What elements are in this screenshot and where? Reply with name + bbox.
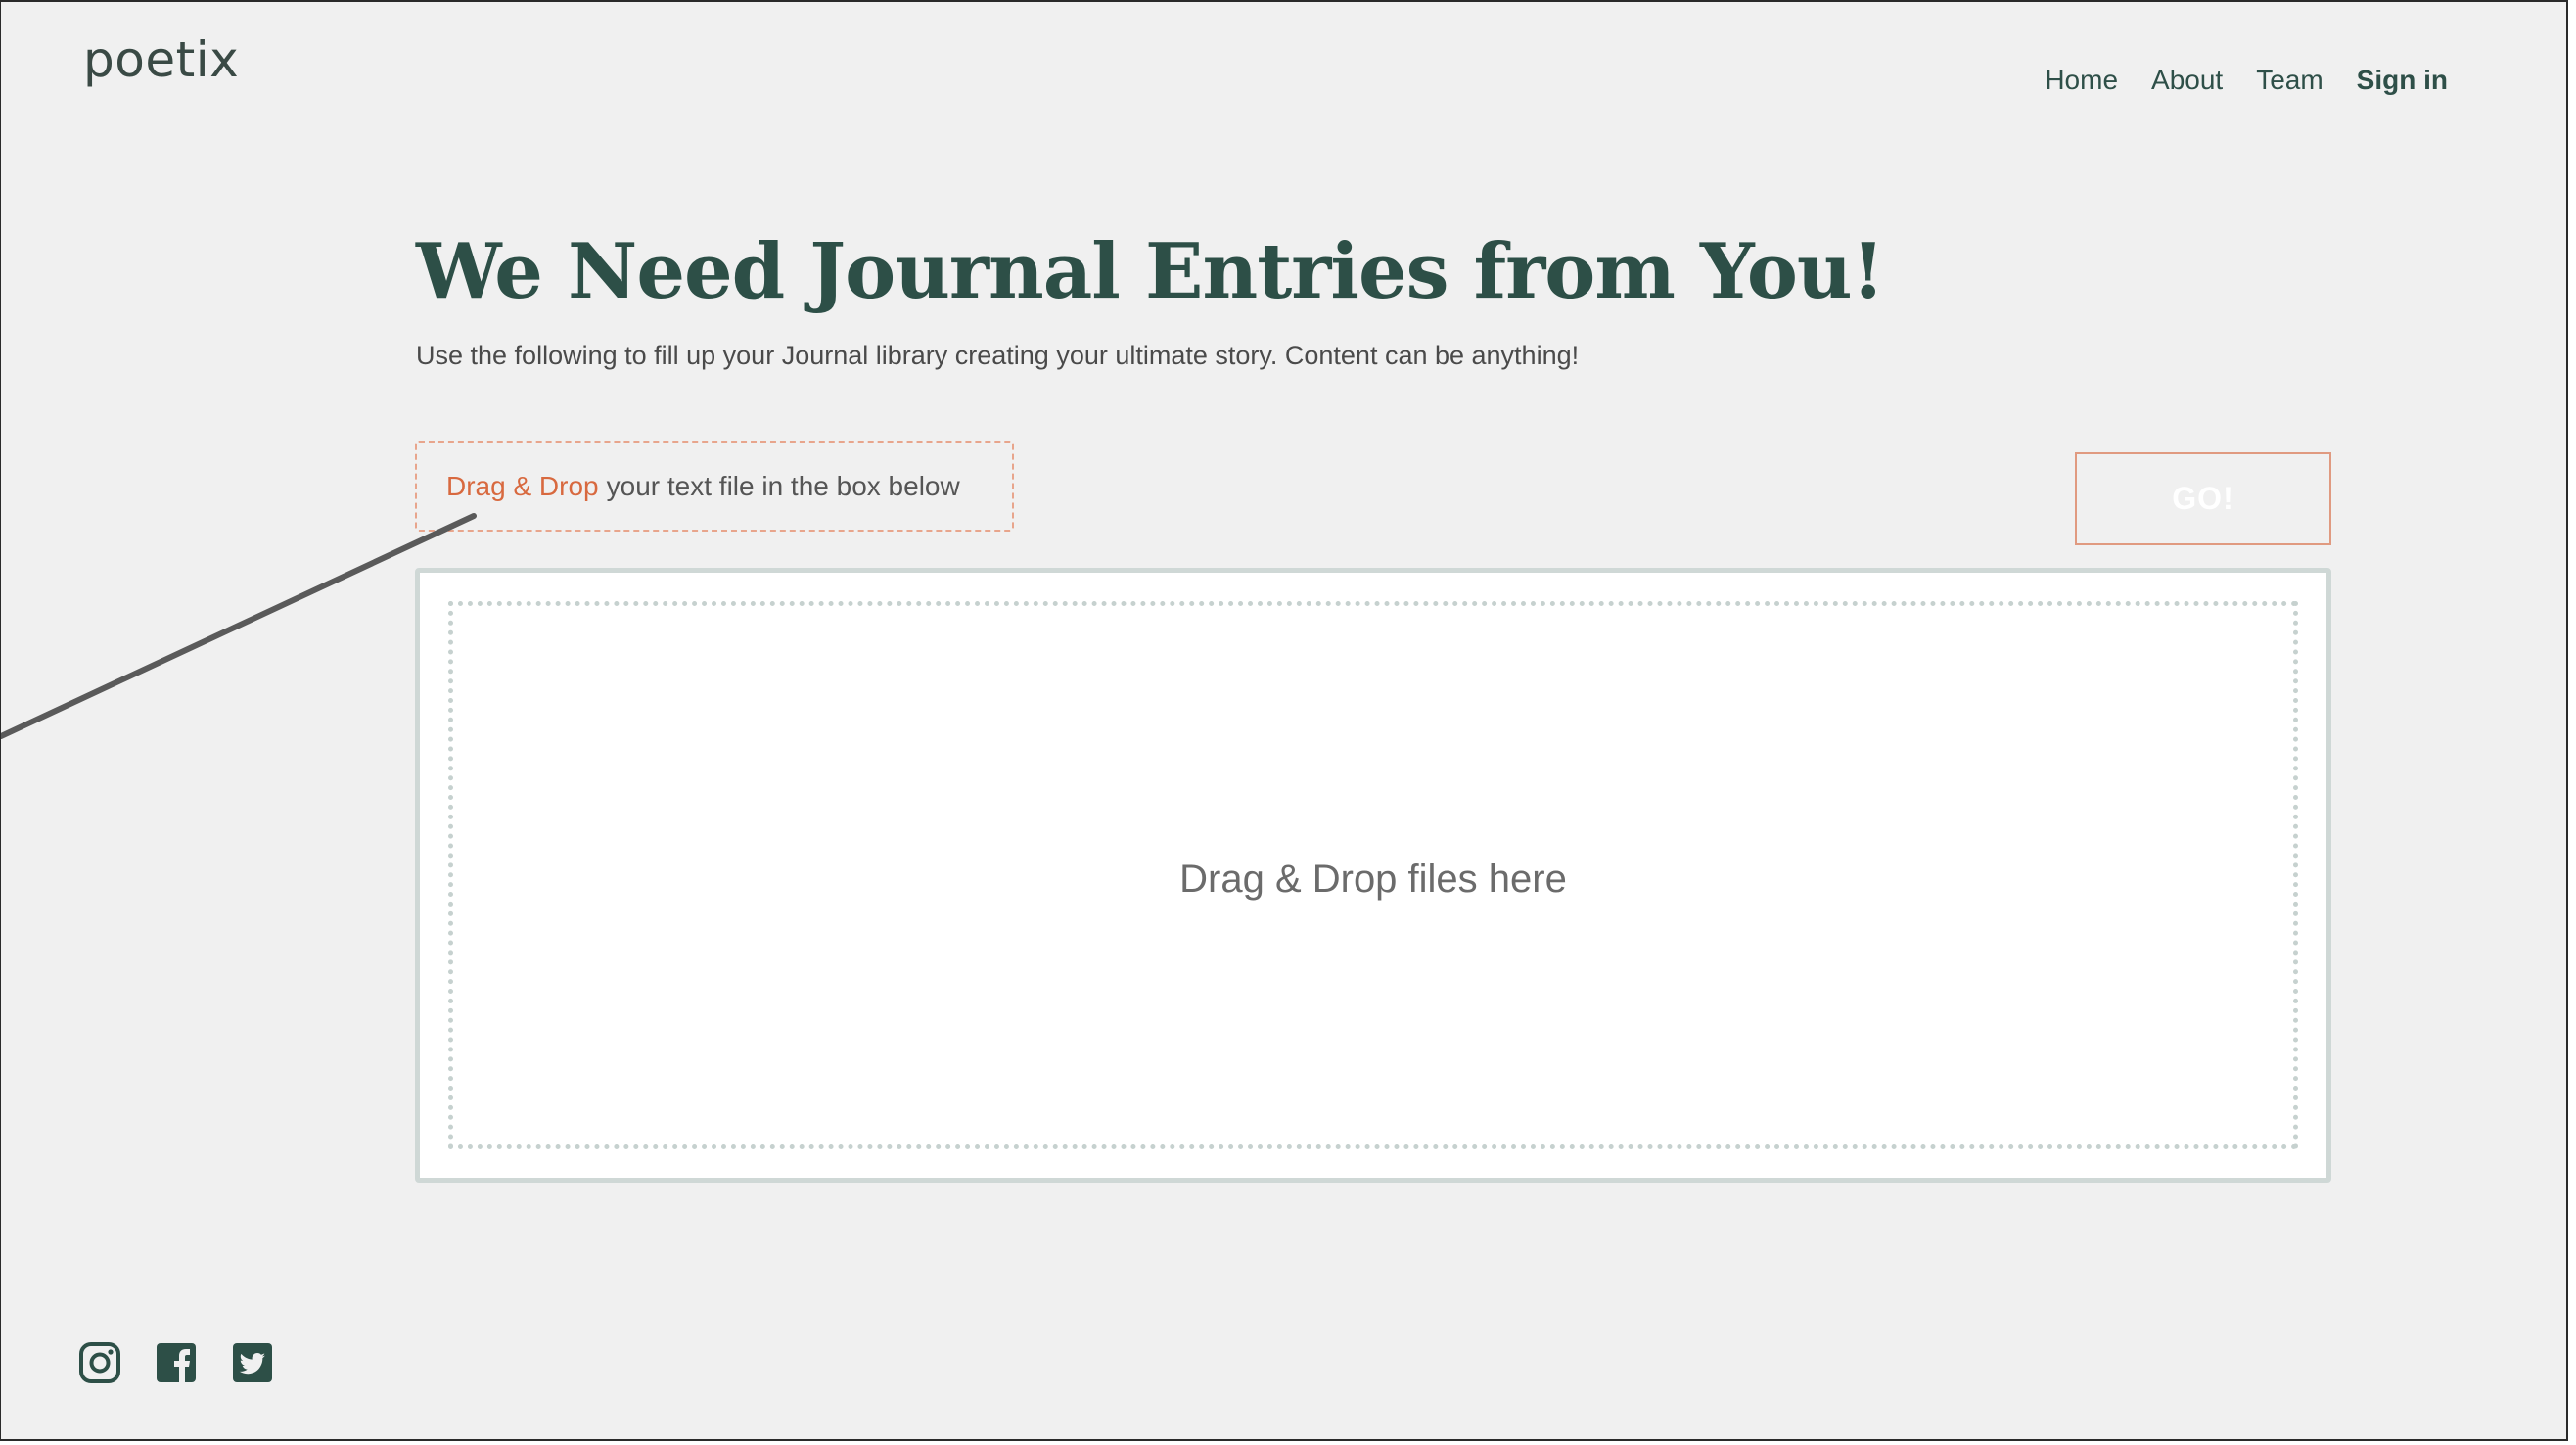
dropzone-label: Drag & Drop files here — [1179, 857, 1567, 901]
drag-drop-hint: Drag & Drop your text file in the box be… — [415, 441, 1014, 532]
main-nav: Home About Team Sign in — [2045, 65, 2448, 96]
hint-accent-text: Drag & Drop — [446, 470, 599, 501]
file-dropzone[interactable]: Drag & Drop files here — [415, 568, 2331, 1183]
facebook-icon[interactable] — [154, 1340, 199, 1385]
page-title: We Need Journal Entries from You! — [416, 227, 1885, 316]
nav-sign-in[interactable]: Sign in — [2357, 65, 2448, 96]
go-button[interactable]: GO! — [2075, 452, 2331, 545]
nav-home[interactable]: Home — [2045, 65, 2118, 96]
instagram-icon[interactable] — [77, 1340, 122, 1385]
nav-about[interactable]: About — [2151, 65, 2223, 96]
logo[interactable]: poetix — [83, 31, 239, 88]
social-links — [77, 1340, 275, 1385]
page-subtitle: Use the following to fill up your Journa… — [416, 341, 1580, 370]
dropzone-dotted-area[interactable]: Drag & Drop files here — [448, 601, 2298, 1149]
page-frame: poetix Home About Team Sign in We Need J… — [0, 0, 2568, 1441]
nav-team[interactable]: Team — [2256, 65, 2323, 96]
twitter-icon[interactable] — [230, 1340, 275, 1385]
hint-text: your text file in the box below — [606, 470, 960, 501]
